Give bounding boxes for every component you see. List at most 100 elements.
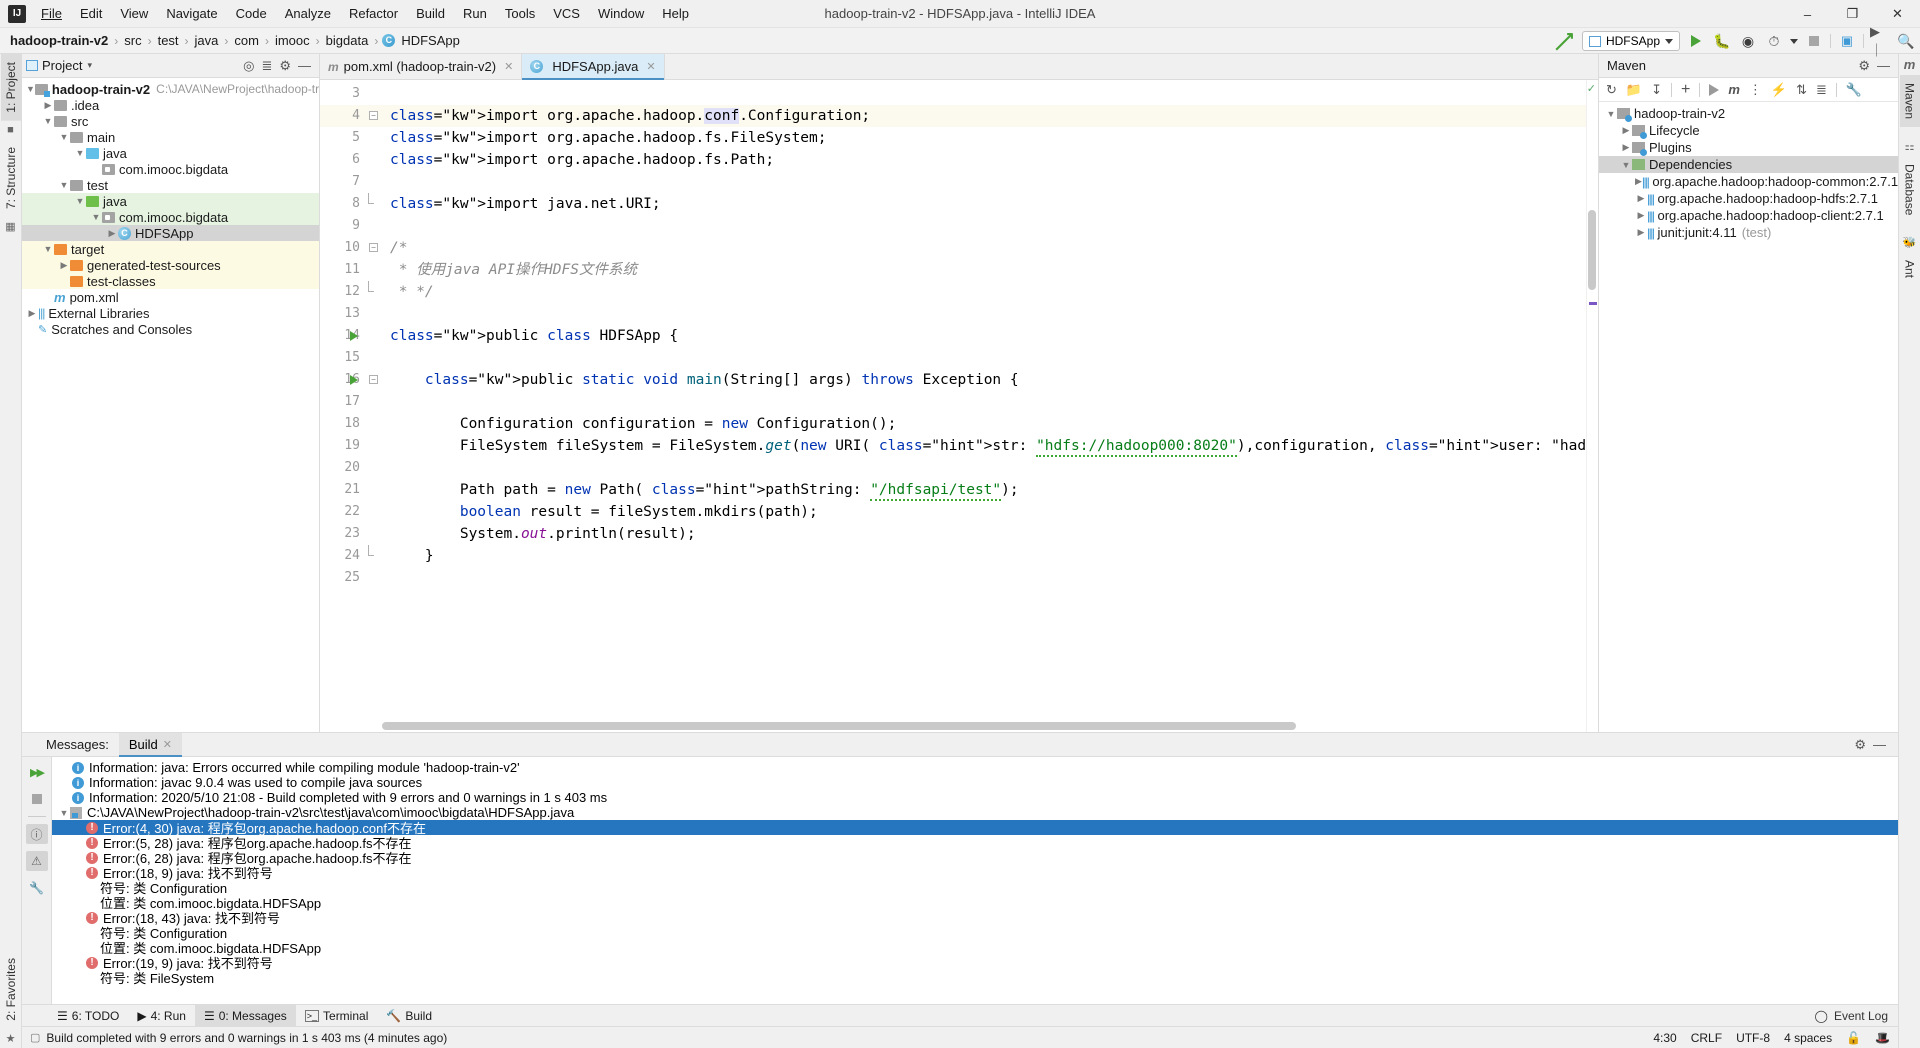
scrollbar-thumb[interactable] xyxy=(382,722,1296,730)
collapse-all-icon[interactable]: ≣ xyxy=(261,58,272,74)
stop-icon[interactable] xyxy=(26,789,48,809)
project-tree-item-src[interactable]: ▼ src xyxy=(22,113,319,129)
breadcrumb-item-com[interactable]: com xyxy=(232,33,261,48)
chevron-down-icon[interactable]: ▼ xyxy=(58,180,70,190)
chevron-down-icon[interactable]: ▼ xyxy=(74,148,86,158)
build-message-row[interactable]: i Information: java: Errors occurred whil… xyxy=(52,760,1898,775)
sidebar-item-structure[interactable]: 7: Structure xyxy=(1,139,21,217)
gutter-line-5[interactable]: 5 xyxy=(320,127,382,149)
menu-vcs[interactable]: VCS xyxy=(544,3,589,24)
sidebar-item-ant[interactable]: Ant xyxy=(1900,252,1920,286)
file-encoding[interactable]: UTF-8 xyxy=(1736,1031,1770,1045)
build-message-row[interactable]: 符号: 类 FileSystem xyxy=(52,970,1898,986)
chevron-right-icon[interactable]: ▶ xyxy=(1635,176,1642,187)
build-message-row[interactable]: 符号: 类 Configuration xyxy=(52,925,1898,941)
menu-build[interactable]: Build xyxy=(407,3,454,24)
collapse-all-icon[interactable]: ≣ xyxy=(1816,82,1827,98)
menu-navigate[interactable]: Navigate xyxy=(157,3,226,24)
maven-tree-item-org-apache-hadoop-hadoop-client-2-7-1[interactable]: ▶ |||| org.apache.hadoop:hadoop-client:2.7… xyxy=(1599,207,1898,224)
show-dependencies-icon[interactable]: ⇅ xyxy=(1796,82,1807,98)
hide-icon[interactable]: — xyxy=(298,58,311,73)
settings-icon[interactable]: 🔧 xyxy=(26,878,48,898)
download-sources-icon[interactable]: ↧ xyxy=(1651,82,1662,98)
gutter-line-17[interactable]: 17 xyxy=(320,391,382,413)
project-tree-item-pom-xml[interactable]: m pom.xml xyxy=(22,289,319,305)
build-message-row[interactable]: 位置: 类 com.imooc.bigdata.HDFSApp xyxy=(52,940,1898,956)
code-line-25[interactable] xyxy=(382,567,1586,589)
run-gutter-icon[interactable] xyxy=(350,331,358,341)
gutter-line-10[interactable]: 10− xyxy=(320,237,382,259)
gutter-line-14[interactable]: 14 xyxy=(320,325,382,347)
editor-error-stripe[interactable]: ✓ xyxy=(1586,80,1598,732)
tab-build-bottom[interactable]: 🔨 Build xyxy=(377,1005,441,1027)
sidebar-item-database[interactable]: Database xyxy=(1900,156,1920,223)
build-message-row[interactable]: i Information: javac 9.0.4 was used to co… xyxy=(52,775,1898,790)
code-line-6[interactable]: class="kw">import org.apache.hadoop.fs.P… xyxy=(382,149,1586,171)
project-tree-item--idea[interactable]: ▶ .idea xyxy=(22,97,319,113)
sidebar-item-project[interactable]: 1: Project xyxy=(0,54,21,121)
code-line-9[interactable] xyxy=(382,215,1586,237)
chevron-down-icon[interactable]: ▼ xyxy=(90,212,102,222)
build-message-row[interactable]: ! Error:(6, 28) java: 程序包org.apache.hadoo… xyxy=(52,850,1898,866)
gutter-line-4[interactable]: 4− xyxy=(320,105,382,127)
chevron-down-icon[interactable]: ▼ xyxy=(42,116,54,126)
maven-tree-item-plugins[interactable]: ▶ Plugins xyxy=(1599,139,1898,156)
menu-window[interactable]: Window xyxy=(589,3,653,24)
editor-gutter[interactable]: 3 4−5 6 7 8 9 10−11 12 13 14 15 16−17 18 19 20 21 22 23 24… xyxy=(320,80,382,732)
project-tree-item-main[interactable]: ▼ main xyxy=(22,129,319,145)
chevron-down-icon[interactable]: ▼ xyxy=(58,808,70,818)
project-tree-item-java[interactable]: ▼ java xyxy=(22,145,319,161)
profile-icon[interactable]: ⏱ xyxy=(1764,31,1784,51)
chevron-down-icon[interactable]: ▼ xyxy=(1620,160,1632,170)
chevron-right-icon[interactable]: ▶ xyxy=(1620,142,1632,153)
editor-tab-hdfsapp[interactable]: C HDFSApp.java ✕ xyxy=(522,54,665,80)
code-line-21[interactable]: Path path = new Path( class="hint">pathS… xyxy=(382,479,1586,501)
gutter-line-16[interactable]: 16− xyxy=(320,369,382,391)
menu-help[interactable]: Help xyxy=(653,3,698,24)
gutter-line-19[interactable]: 19 xyxy=(320,435,382,457)
tab-messages[interactable]: ☰ 0: Messages xyxy=(194,1004,296,1027)
chevron-down-icon[interactable]: ▼ xyxy=(26,84,35,94)
sidebar-item-favorites[interactable]: 2: Favorites xyxy=(1,950,21,1029)
project-tree-item-scratches-and-consoles[interactable]: ✎ Scratches and Consoles xyxy=(22,321,319,337)
menu-file[interactable]: File xyxy=(32,3,71,24)
gutter-line-6[interactable]: 6 xyxy=(320,149,382,171)
code-line-18[interactable]: Configuration configuration = new Config… xyxy=(382,413,1586,435)
project-tree[interactable]: ▼ hadoop-train-v2 C:\JAVA\NewProject\hadoo… xyxy=(22,78,319,732)
settings-icon[interactable]: ⚙ xyxy=(279,58,291,74)
settings-icon[interactable]: ⚙ xyxy=(1858,58,1870,74)
gutter-line-22[interactable]: 22 xyxy=(320,501,382,523)
chevron-down-icon[interactable]: ▼ xyxy=(1605,109,1617,119)
editor-vertical-scrollbar[interactable] xyxy=(1588,210,1596,290)
breadcrumb-item-test[interactable]: test xyxy=(156,33,181,48)
chevron-right-icon[interactable]: ▶ xyxy=(42,100,54,111)
breadcrumb-item-imooc[interactable]: imooc xyxy=(273,33,312,48)
code-line-14[interactable]: class="kw">public class HDFSApp { xyxy=(382,325,1586,347)
chevron-down-icon[interactable]: ▾ xyxy=(87,60,92,71)
code-line-16[interactable]: class="kw">public static void main(Strin… xyxy=(382,369,1586,391)
project-tree-item-test[interactable]: ▼ test xyxy=(22,177,319,193)
code-line-24[interactable]: } xyxy=(382,545,1586,567)
breadcrumb-item-src[interactable]: src xyxy=(122,33,143,48)
reimport-icon[interactable]: ↻ xyxy=(1606,82,1617,98)
project-tree-item-java[interactable]: ▼ java xyxy=(22,193,319,209)
project-tree-item-com-imooc-bigdata[interactable]: ▼ com.imooc.bigdata xyxy=(22,209,319,225)
maven-tree-item-lifecycle[interactable]: ▶ Lifecycle xyxy=(1599,122,1898,139)
event-log-button[interactable]: ◯ Event Log xyxy=(1815,1009,1888,1023)
sidebar-item-maven[interactable]: Maven xyxy=(1899,75,1920,128)
hide-icon[interactable]: — xyxy=(1877,58,1890,73)
menu-code[interactable]: Code xyxy=(227,3,276,24)
inspection-status-icon[interactable]: ✓ xyxy=(1587,82,1596,95)
tab-terminal[interactable]: >_ Terminal xyxy=(296,1005,378,1027)
close-icon[interactable]: ✕ xyxy=(504,60,513,73)
maven-tree[interactable]: ▼ hadoop-train-v2 ▶ Lifecycle ▶ Plugins ▼ Depen… xyxy=(1599,102,1898,732)
maven-tree-item-junit-junit-4-11[interactable]: ▶ |||| junit:junit:4.11 (test) xyxy=(1599,224,1898,241)
breadcrumb-item-bigdata[interactable]: bigdata xyxy=(324,33,371,48)
gutter-line-25[interactable]: 25 xyxy=(320,567,382,589)
debug-icon[interactable]: 🐛 xyxy=(1712,31,1732,51)
search-icon[interactable]: 🔍 xyxy=(1896,31,1916,51)
gutter-line-20[interactable]: 20 xyxy=(320,457,382,479)
code-line-22[interactable]: boolean result = fileSystem.mkdirs(path)… xyxy=(382,501,1586,523)
maven-tree-item-hadoop-train-v2[interactable]: ▼ hadoop-train-v2 xyxy=(1599,105,1898,122)
fold-start-icon[interactable]: − xyxy=(369,375,378,384)
